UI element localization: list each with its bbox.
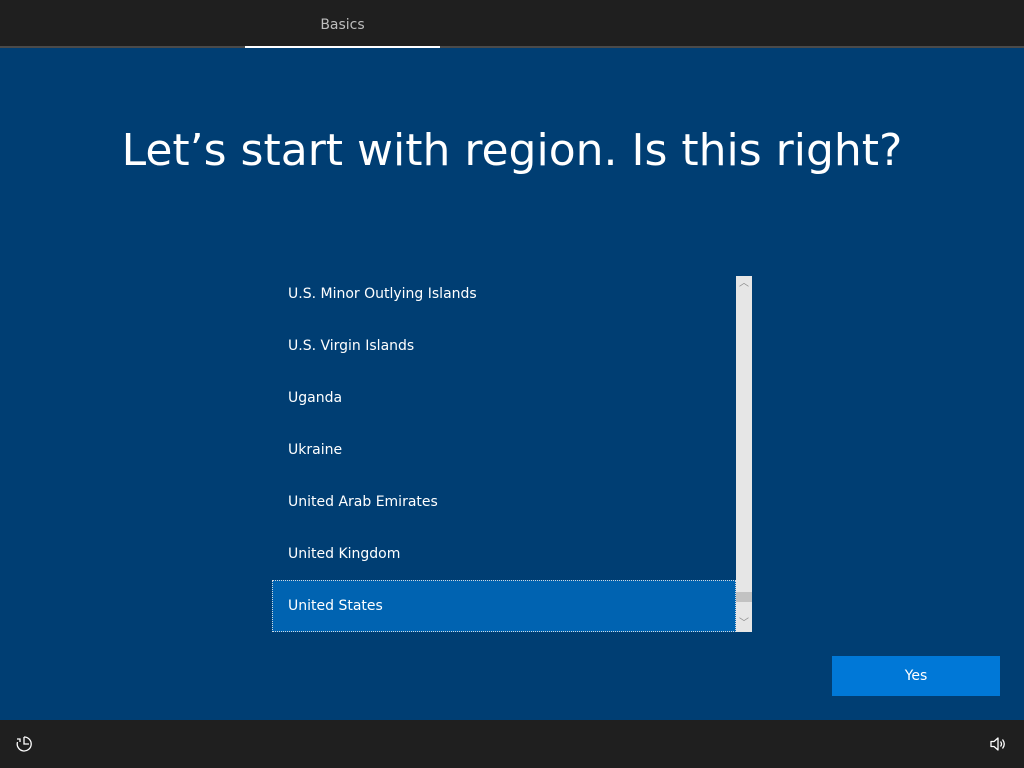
scroll-thumb[interactable] bbox=[736, 592, 752, 602]
region-listbox[interactable]: U.S. Minor Outlying Islands U.S. Virgin … bbox=[272, 276, 752, 632]
ease-of-access-icon[interactable] bbox=[14, 734, 34, 754]
list-item-us-minor-outlying-islands[interactable]: U.S. Minor Outlying Islands bbox=[272, 276, 736, 328]
list-item-united-states[interactable]: United States bbox=[272, 580, 736, 632]
main-panel: Let’s start with region. Is this right? … bbox=[0, 48, 1024, 720]
tab-basics-label: Basics bbox=[320, 17, 365, 33]
top-bar: Basics bbox=[0, 0, 1024, 48]
tab-basics[interactable]: Basics bbox=[245, 0, 440, 48]
bottom-bar bbox=[0, 720, 1024, 768]
volume-icon[interactable] bbox=[988, 734, 1008, 754]
list-item-united-arab-emirates[interactable]: United Arab Emirates bbox=[272, 484, 736, 536]
yes-button[interactable]: Yes bbox=[832, 656, 1000, 696]
list-item-ukraine[interactable]: Ukraine bbox=[272, 432, 736, 484]
list-scrollbar[interactable]: ︿ ﹀ bbox=[736, 276, 752, 632]
list-item-us-virgin-islands[interactable]: U.S. Virgin Islands bbox=[272, 328, 736, 380]
page-title: Let’s start with region. Is this right? bbox=[121, 125, 903, 176]
scroll-down-arrow-icon[interactable]: ﹀ bbox=[736, 616, 752, 632]
list-item-uganda[interactable]: Uganda bbox=[272, 380, 736, 432]
scroll-up-arrow-icon[interactable]: ︿ bbox=[736, 276, 752, 292]
